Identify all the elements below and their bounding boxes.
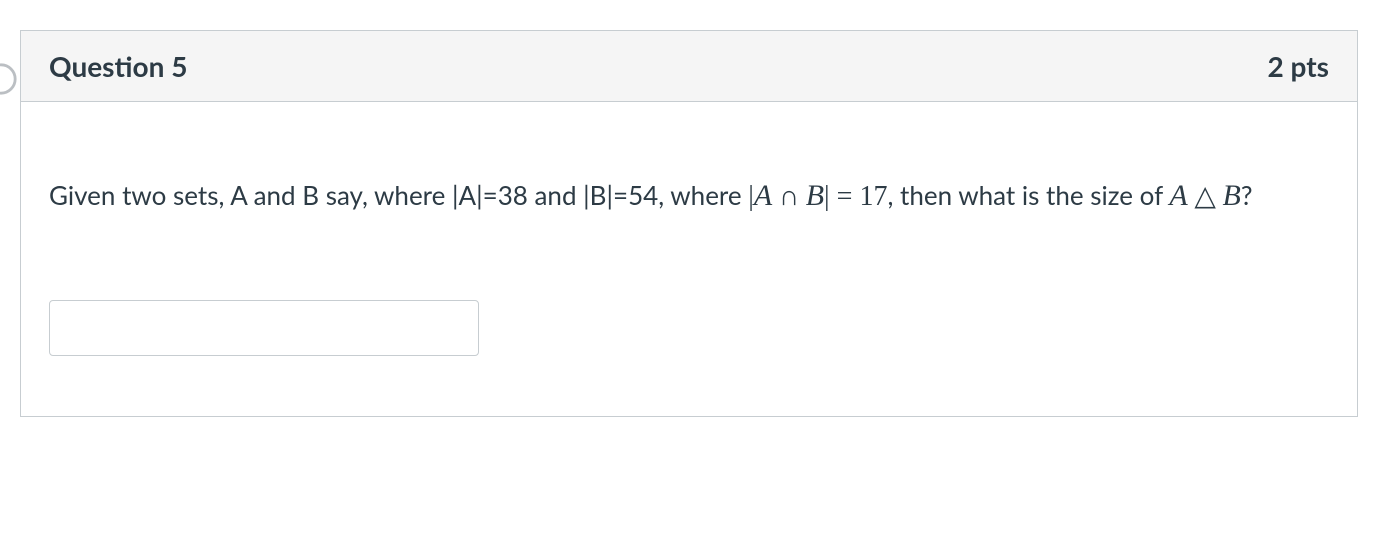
- text-post: ?: [1241, 179, 1253, 211]
- text-pre: Given two sets, A and B say, where |A|=3…: [49, 179, 748, 211]
- math-intersect: ∩: [779, 181, 799, 212]
- math-eq-17: = 17: [830, 181, 888, 212]
- question-text: Given two sets, A and B say, where |A|=3…: [49, 172, 1329, 220]
- question-header: Question 5 2 pts: [21, 31, 1357, 102]
- question-marker-icon: [0, 62, 18, 96]
- math-A-1: A: [754, 179, 772, 212]
- text-mid: , then what is the size of: [887, 179, 1169, 211]
- question-title: Question 5: [49, 49, 187, 83]
- math-B-2: B: [1223, 179, 1241, 212]
- math-A-2: A: [1169, 179, 1187, 212]
- question-card: Question 5 2 pts Given two sets, A and B…: [20, 30, 1358, 417]
- question-body: Given two sets, A and B say, where |A|=3…: [21, 102, 1357, 416]
- math-B-1: B: [806, 179, 824, 212]
- question-points: 2 pts: [1268, 49, 1329, 83]
- answer-input[interactable]: [49, 300, 479, 356]
- math-symmetric-diff: △: [1194, 181, 1216, 212]
